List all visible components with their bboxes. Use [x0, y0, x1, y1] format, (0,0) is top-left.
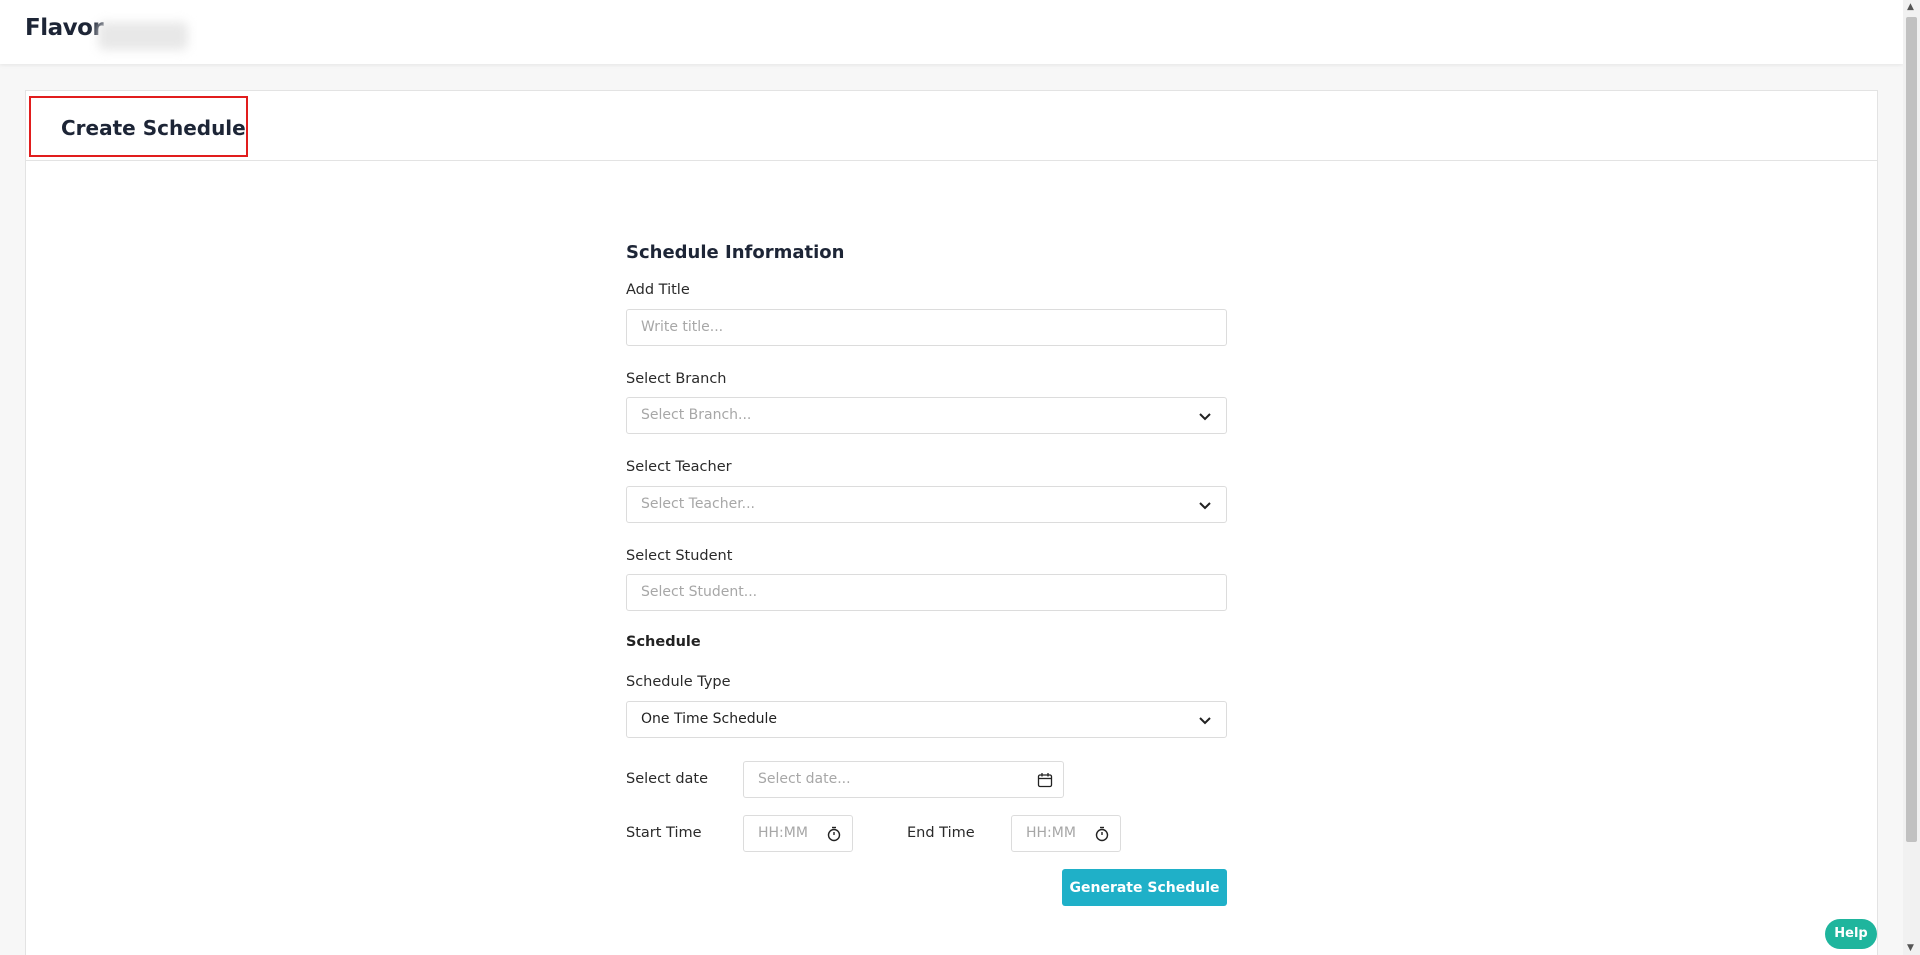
- start-time-label: Start Time: [626, 825, 702, 841]
- stopwatch-icon: [827, 826, 841, 842]
- calendar-icon: [1037, 773, 1053, 788]
- schedule-type-select[interactable]: One Time Schedule: [626, 701, 1227, 738]
- title-highlight-box: Create Schedule: [29, 96, 248, 157]
- student-label: Select Student: [626, 548, 733, 564]
- start-time-placeholder: HH:MM: [758, 825, 808, 841]
- branch-placeholder: Select Branch...: [641, 407, 752, 423]
- end-time-placeholder: HH:MM: [1026, 825, 1076, 841]
- chevron-down-icon: [1199, 502, 1211, 510]
- student-placeholder: Select Student...: [641, 584, 758, 600]
- title-input[interactable]: Write title...: [626, 309, 1227, 346]
- student-select[interactable]: Select Student...: [626, 574, 1227, 611]
- schedule-type-value: One Time Schedule: [641, 711, 778, 727]
- date-label: Select date: [626, 771, 709, 787]
- top-bar: Flavor: [0, 0, 1903, 64]
- end-time-input[interactable]: HH:MM: [1011, 815, 1121, 852]
- title-placeholder: Write title...: [641, 319, 724, 335]
- vertical-scrollbar[interactable]: ▲ ▼: [1903, 0, 1920, 955]
- help-button[interactable]: Help: [1825, 919, 1877, 949]
- chevron-down-icon: [1199, 717, 1211, 725]
- schedule-heading: Schedule: [626, 634, 701, 650]
- date-input[interactable]: Select date...: [743, 761, 1064, 798]
- teacher-placeholder: Select Teacher...: [641, 496, 756, 512]
- scroll-up-icon[interactable]: ▲: [1907, 2, 1914, 12]
- scroll-thumb[interactable]: [1906, 17, 1917, 842]
- card-header: Create Schedule: [26, 91, 1877, 161]
- generate-schedule-button[interactable]: Generate Schedule: [1062, 869, 1227, 906]
- chevron-down-icon: [1199, 413, 1211, 421]
- branch-select[interactable]: Select Branch...: [626, 397, 1227, 434]
- teacher-label: Select Teacher: [626, 459, 732, 475]
- scroll-down-icon[interactable]: ▼: [1907, 943, 1914, 953]
- title-label: Add Title: [626, 282, 690, 298]
- start-time-input[interactable]: HH:MM: [743, 815, 853, 852]
- date-placeholder: Select date...: [758, 771, 851, 787]
- schedule-type-label: Schedule Type: [626, 674, 731, 690]
- end-time-label: End Time: [907, 825, 975, 841]
- branch-label: Select Branch: [626, 371, 727, 387]
- brand-logo-redacted: [98, 22, 188, 50]
- stopwatch-icon: [1095, 826, 1109, 842]
- page-title: Create Schedule: [61, 116, 246, 140]
- teacher-select[interactable]: Select Teacher...: [626, 486, 1227, 523]
- section-title: Schedule Information: [626, 242, 845, 263]
- brand-logo[interactable]: Flavor: [25, 15, 104, 41]
